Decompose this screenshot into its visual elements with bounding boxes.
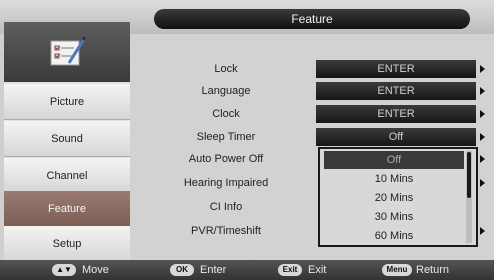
- sidebar: Picture Sound Channel Feature Setup: [4, 22, 130, 262]
- settings-row-lock[interactable]: Lock ENTER: [130, 58, 494, 80]
- ok-key-icon: OK: [170, 264, 194, 276]
- arrow-right-icon: [480, 133, 485, 141]
- setting-label: Language: [201, 85, 251, 97]
- move-key-icon: ▲▼: [52, 264, 76, 276]
- setting-value[interactable]: ENTER: [316, 60, 476, 78]
- move-hint-label: Move: [82, 264, 109, 276]
- dropdown-option[interactable]: 60 Mins: [324, 227, 464, 245]
- setting-label: Clock: [212, 108, 240, 120]
- setting-label: Lock: [214, 63, 238, 75]
- arrow-right-icon: [480, 65, 485, 73]
- enter-hint-label: Enter: [200, 264, 227, 276]
- return-hint-label: Return: [416, 264, 450, 276]
- settings-row-sleep-timer[interactable]: Sleep Timer Off: [130, 126, 494, 148]
- arrow-right-icon: [480, 87, 485, 95]
- setting-value[interactable]: ENTER: [316, 82, 476, 100]
- setting-label: Hearing Impaired: [183, 177, 269, 189]
- settings-row-language[interactable]: Language ENTER: [130, 80, 494, 102]
- setting-label: Auto Power Off: [188, 153, 264, 165]
- arrow-right-icon: [480, 155, 485, 163]
- notepad-checklist-icon: [50, 36, 87, 66]
- setting-value[interactable]: Off: [316, 128, 476, 146]
- sleep-timer-dropdown[interactable]: Off 10 Mins 20 Mins 30 Mins 60 Mins: [318, 147, 478, 247]
- arrow-right-icon: [480, 227, 485, 235]
- setting-label: CI Info: [209, 201, 243, 213]
- setting-label: PVR/Timeshift: [191, 225, 261, 237]
- dropdown-scroll-thumb[interactable]: [467, 152, 471, 198]
- dropdown-option[interactable]: 20 Mins: [324, 189, 464, 207]
- dropdown-option[interactable]: 10 Mins: [324, 170, 464, 188]
- category-icon-panel: [4, 22, 130, 82]
- arrow-right-icon: [480, 110, 485, 118]
- menu-key-icon: Menu: [382, 264, 412, 276]
- footer-hint-bar: ▲▼ Move OK Enter Exit Exit Menu Return: [0, 260, 494, 280]
- setting-label: Sleep Timer: [196, 131, 256, 143]
- dropdown-option[interactable]: Off: [324, 151, 464, 169]
- sidebar-item-feature[interactable]: Feature: [4, 191, 130, 227]
- dropdown-option[interactable]: 30 Mins: [324, 208, 464, 226]
- exit-hint-label: Exit: [308, 264, 327, 276]
- setting-value[interactable]: ENTER: [316, 105, 476, 123]
- sidebar-item-sound[interactable]: Sound: [4, 121, 130, 157]
- arrow-right-icon: [480, 179, 485, 187]
- settings-row-clock[interactable]: Clock ENTER: [130, 103, 494, 125]
- sidebar-item-picture[interactable]: Picture: [4, 84, 130, 120]
- exit-key-icon: Exit: [278, 264, 302, 276]
- page-title: Feature: [154, 9, 470, 29]
- sidebar-item-channel[interactable]: Channel: [4, 158, 130, 194]
- sidebar-item-setup[interactable]: Setup: [4, 226, 130, 262]
